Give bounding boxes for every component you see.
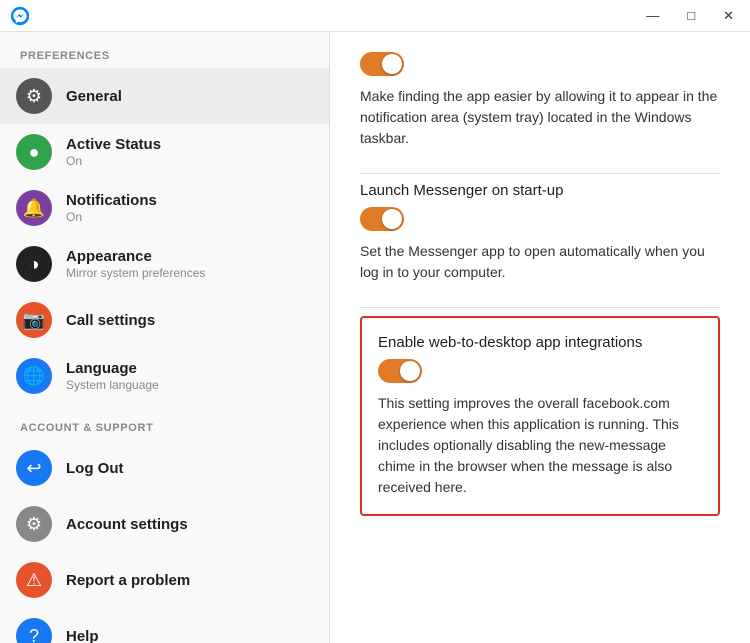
sidebar-item-label-account-settings: Account settings	[66, 516, 188, 533]
general-icon: ⚙	[16, 78, 52, 114]
tray-toggle-wrap	[360, 52, 720, 76]
sidebar-item-text-appearance: AppearanceMirror system preferences	[66, 248, 205, 280]
sidebar-item-text-logout: Log Out	[66, 460, 123, 477]
sidebar-item-sub-appearance: Mirror system preferences	[66, 266, 205, 280]
notifications-icon: 🔔	[16, 190, 52, 226]
sidebar-item-help[interactable]: ? Help	[0, 608, 329, 643]
startup-toggle[interactable]	[360, 207, 404, 231]
window-controls: — □ ✕	[640, 7, 740, 24]
sidebar-item-sub-active-status: On	[66, 154, 161, 168]
content-area: Make finding the app easier by allowing …	[330, 32, 750, 643]
web-desktop-label: Enable web-to-desktop app integrations	[378, 334, 702, 351]
minimize-button[interactable]: —	[640, 7, 665, 24]
sidebar-item-language[interactable]: 🌐 LanguageSystem language	[0, 348, 329, 404]
section-startup: Launch Messenger on start-up Set the Mes…	[360, 182, 720, 283]
language-icon: 🌐	[16, 358, 52, 394]
sidebar-item-label-notifications: Notifications	[66, 192, 157, 209]
logout-icon: ↩	[16, 450, 52, 486]
sidebar-item-label-call-settings: Call settings	[66, 312, 155, 329]
sidebar-item-label-language: Language	[66, 360, 159, 377]
sidebar: PREFERENCES⚙General●Active StatusOn🔔Noti…	[0, 32, 330, 643]
title-bar: — □ ✕	[0, 0, 750, 32]
divider-2	[360, 307, 720, 308]
call-settings-icon: 📷	[16, 302, 52, 338]
startup-description: Set the Messenger app to open automatica…	[360, 241, 720, 283]
sidebar-item-notifications[interactable]: 🔔 NotificationsOn	[0, 180, 329, 236]
report-problem-icon: ⚠	[16, 562, 52, 598]
section-web-desktop: Enable web-to-desktop app integrations T…	[360, 316, 720, 516]
sidebar-item-label-help: Help	[66, 628, 99, 643]
sidebar-item-label-logout: Log Out	[66, 460, 123, 477]
help-icon: ?	[16, 618, 52, 643]
sidebar-item-sub-language: System language	[66, 378, 159, 392]
active-status-icon: ●	[16, 134, 52, 170]
sidebar-item-label-active-status: Active Status	[66, 136, 161, 153]
divider-1	[360, 173, 720, 174]
maximize-button[interactable]: □	[681, 7, 701, 24]
sidebar-section-title: PREFERENCES	[0, 32, 329, 68]
account-settings-icon: ⚙	[16, 506, 52, 542]
sidebar-section-title: ACCOUNT & SUPPORT	[0, 404, 329, 440]
sidebar-item-sub-notifications: On	[66, 210, 157, 224]
tray-toggle-knob	[382, 54, 402, 74]
sidebar-item-text-general: General	[66, 88, 122, 105]
main-layout: PREFERENCES⚙General●Active StatusOn🔔Noti…	[0, 32, 750, 643]
startup-label: Launch Messenger on start-up	[360, 182, 720, 199]
section-tray: Make finding the app easier by allowing …	[360, 52, 720, 149]
tray-toggle[interactable]	[360, 52, 404, 76]
appearance-icon: ◑	[16, 246, 52, 282]
sidebar-item-report-problem[interactable]: ⚠ Report a problem	[0, 552, 329, 608]
sidebar-item-label-appearance: Appearance	[66, 248, 205, 265]
web-desktop-toggle-wrap	[378, 359, 702, 383]
sidebar-item-text-account-settings: Account settings	[66, 516, 188, 533]
startup-toggle-wrap	[360, 207, 720, 231]
startup-toggle-knob	[382, 209, 402, 229]
sidebar-item-label-report-problem: Report a problem	[66, 572, 190, 589]
sidebar-item-account-settings[interactable]: ⚙ Account settings	[0, 496, 329, 552]
sidebar-item-text-active-status: Active StatusOn	[66, 136, 161, 168]
tray-description: Make finding the app easier by allowing …	[360, 86, 720, 149]
sidebar-item-active-status[interactable]: ● Active StatusOn	[0, 124, 329, 180]
web-desktop-toggle-knob	[400, 361, 420, 381]
close-button[interactable]: ✕	[717, 7, 740, 24]
sidebar-item-logout[interactable]: ↩ Log Out	[0, 440, 329, 496]
sidebar-item-text-notifications: NotificationsOn	[66, 192, 157, 224]
sidebar-item-text-report-problem: Report a problem	[66, 572, 190, 589]
web-desktop-toggle[interactable]	[378, 359, 422, 383]
sidebar-item-general[interactable]: ⚙ General	[0, 68, 329, 124]
sidebar-item-text-help: Help	[66, 628, 99, 643]
sidebar-item-text-call-settings: Call settings	[66, 312, 155, 329]
web-desktop-description: This setting improves the overall facebo…	[378, 393, 702, 498]
sidebar-item-text-language: LanguageSystem language	[66, 360, 159, 392]
sidebar-item-appearance[interactable]: ◑ AppearanceMirror system preferences	[0, 236, 329, 292]
app-logo-icon	[10, 6, 30, 26]
sidebar-item-label-general: General	[66, 88, 122, 105]
sidebar-item-call-settings[interactable]: 📷 Call settings	[0, 292, 329, 348]
